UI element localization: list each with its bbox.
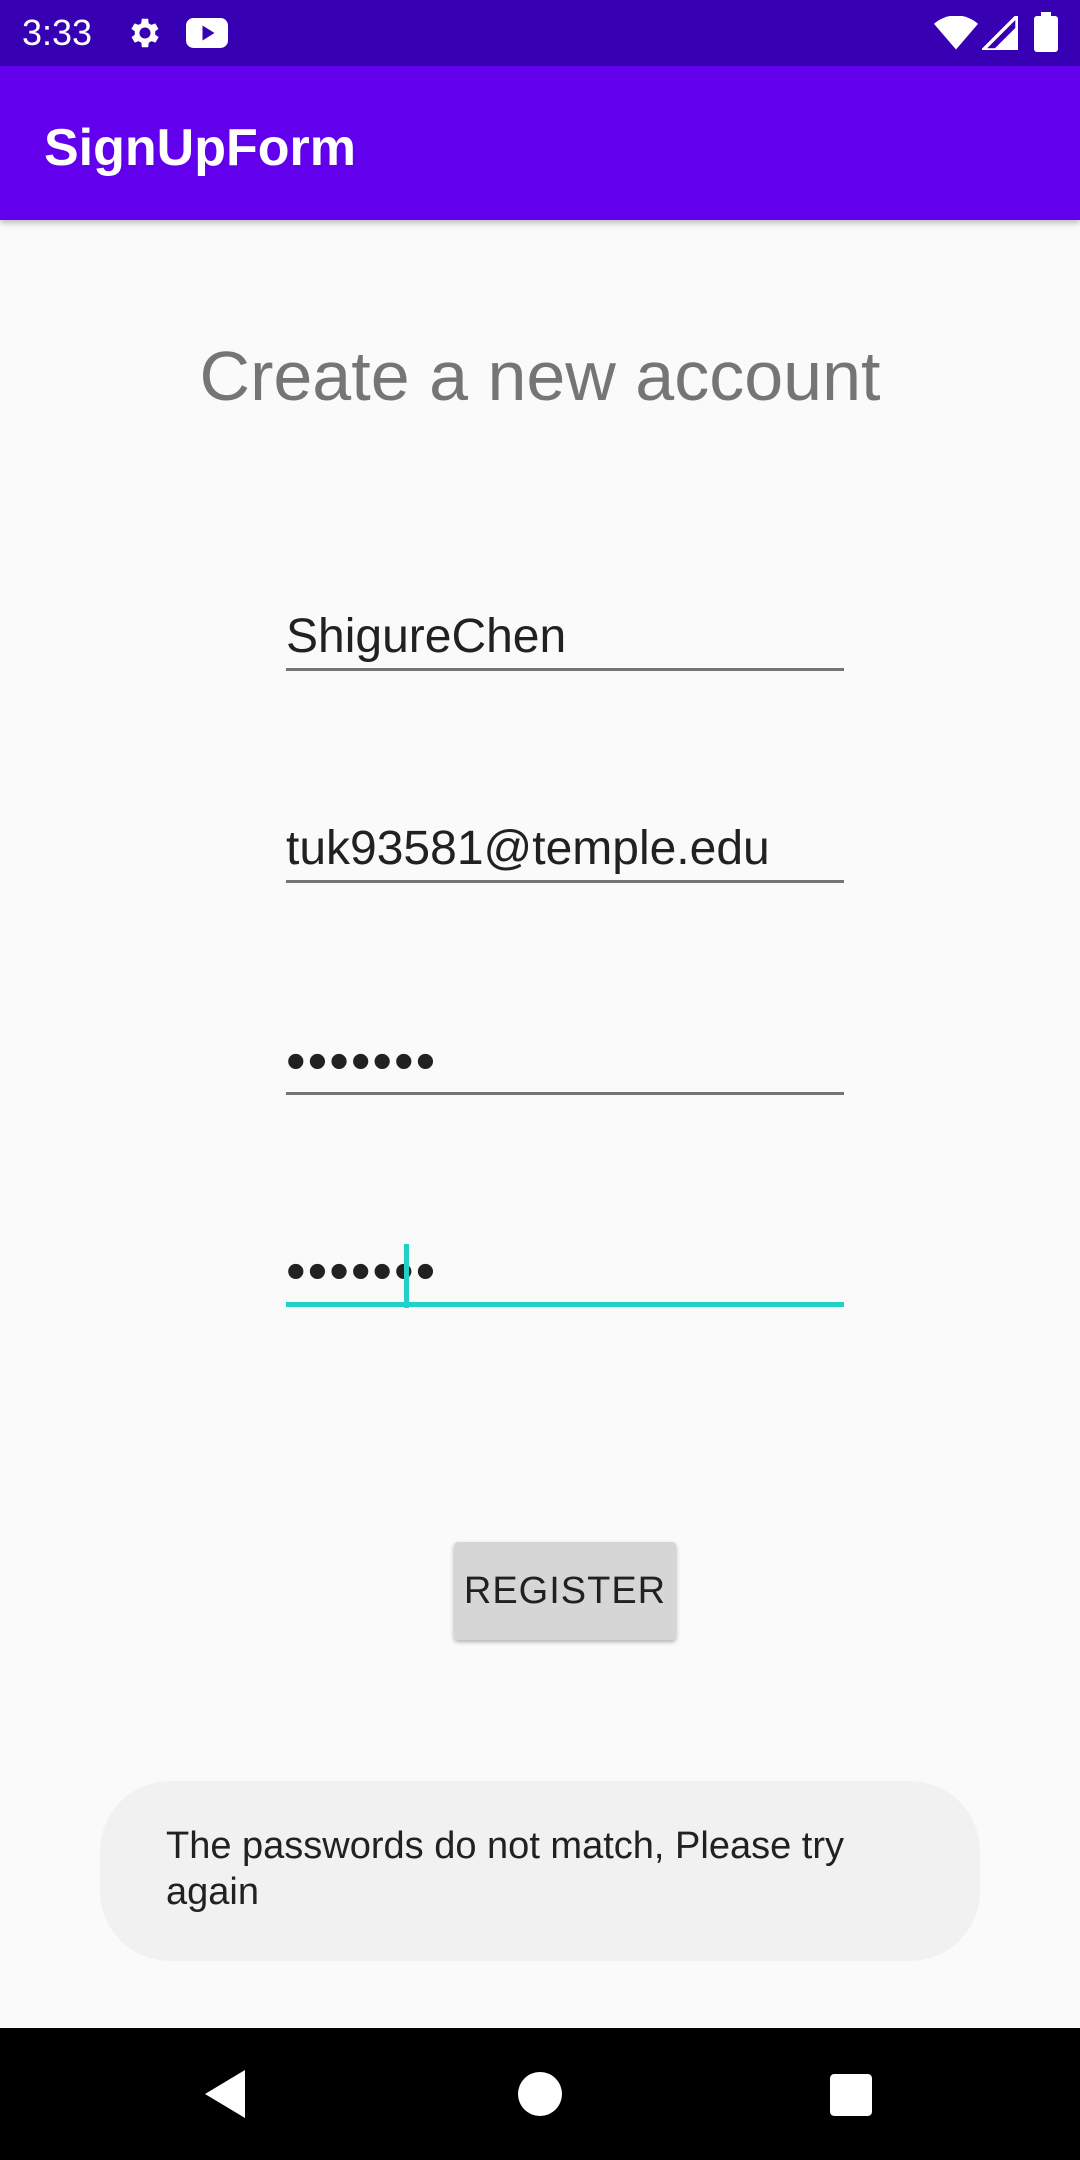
gear-icon [131,18,159,48]
register-button[interactable]: REGISTER [454,1542,676,1640]
youtube-icon [186,18,228,48]
back-icon[interactable] [204,2070,246,2118]
toast-message: The passwords do not match, Please try a… [100,1781,980,1961]
cell-signal-icon [982,16,1018,50]
status-bar: 3:33 [0,0,1080,66]
name-field[interactable]: ShigureChen [286,606,844,671]
wifi-icon [934,16,978,50]
name-field-value: ShigureChen [286,610,567,663]
password-field-value: ••••••• [286,1029,438,1092]
text-cursor [404,1244,409,1308]
page-heading: Create a new account [199,337,881,415]
confirm-password-field[interactable]: ••••••• [286,1239,844,1308]
battery-icon [1034,12,1058,52]
status-time: 3:33 [22,12,93,53]
app-bar: SignUpForm [0,66,1080,220]
email-field[interactable]: tuk93581@temple.edu [286,818,844,883]
home-icon[interactable] [518,2072,562,2116]
confirm-password-field-value: ••••••• [286,1239,438,1302]
navigation-bar [0,2028,1080,2160]
toast-text: The passwords do not match, Please try a… [166,1825,844,1913]
email-field-value: tuk93581@temple.edu [286,822,770,875]
recents-icon[interactable] [830,2074,872,2116]
app-title: SignUpForm [44,119,356,177]
password-field[interactable]: ••••••• [286,1030,844,1095]
